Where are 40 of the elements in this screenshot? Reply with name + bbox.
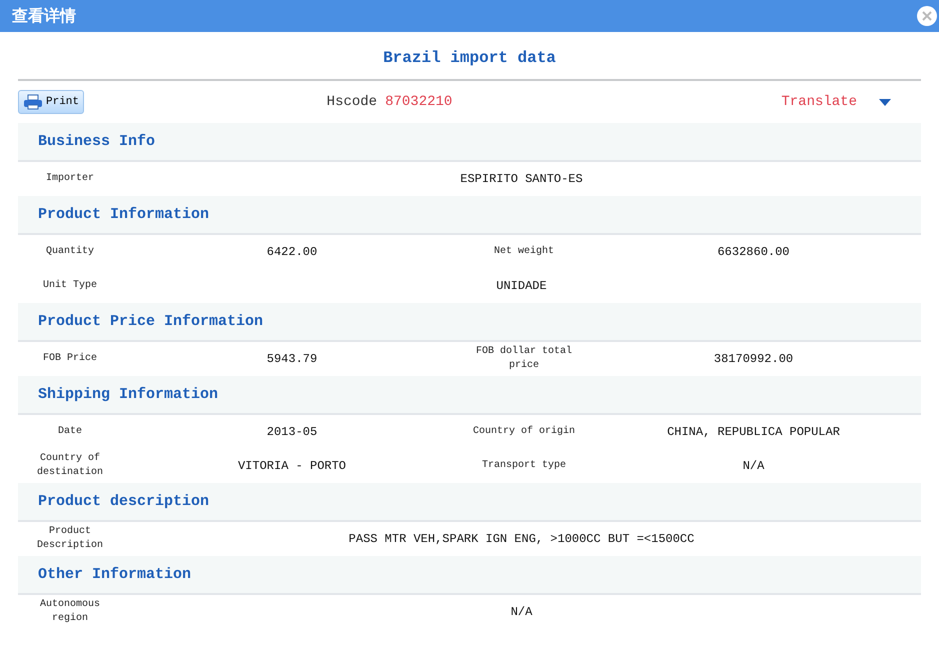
field-value: 38170992.00 [712, 352, 794, 366]
field-label: Unit Type [42, 279, 98, 293]
hscode-value: 87032210 [385, 94, 452, 110]
section-title: Shipping Information [38, 386, 218, 403]
field-label: Date [56, 425, 83, 439]
field-label: Autonomous region [38, 598, 101, 626]
field-label: Transport type [480, 459, 567, 473]
field-value: UNIDADE [495, 279, 548, 293]
field-label: Country of destination [36, 452, 104, 480]
page-heading: Brazil import data [18, 32, 921, 81]
caret-down-icon [879, 98, 891, 106]
field-value: ESPIRITO SANTO-ES [459, 172, 584, 186]
field-value: 5943.79 [266, 352, 318, 366]
field-value: PASS MTR VEH,SPARK IGN ENG, >1000CC BUT =<1500CC [348, 532, 696, 546]
field-value: 6422.00 [266, 245, 318, 259]
section-title: Other Information [38, 566, 192, 583]
window-title: 查看详情 [12, 6, 76, 26]
field-label: FOB Price [42, 352, 98, 366]
close-button[interactable] [917, 6, 937, 26]
field-value: VITORIA - PORTO [236, 459, 348, 473]
section-title: Business Info [38, 133, 156, 150]
field-label: Product Description [36, 525, 104, 553]
translate-dropdown[interactable]: Translate [781, 94, 891, 110]
field-label: Quantity [44, 245, 95, 259]
field-value: 2013-05 [266, 425, 318, 439]
field-value: N/A [742, 459, 766, 473]
field-label: Net weight [492, 245, 555, 259]
section-title: Product description [38, 493, 210, 510]
hscode-label: Hscode [326, 94, 378, 110]
printer-icon [23, 94, 43, 110]
field-value: 6632860.00 [716, 245, 790, 259]
print-button[interactable]: Print [18, 90, 84, 114]
field-label: Country of origin [472, 425, 576, 439]
field-value: CHINA, REPUBLICA POPULAR [666, 425, 841, 439]
section-title: Product Information [38, 206, 210, 223]
section-title: Product Price Information [38, 313, 264, 330]
field-label: FOB dollar total price [474, 345, 573, 373]
field-label: Importer [44, 172, 95, 186]
field-value: N/A [510, 605, 534, 619]
close-icon [922, 11, 932, 21]
